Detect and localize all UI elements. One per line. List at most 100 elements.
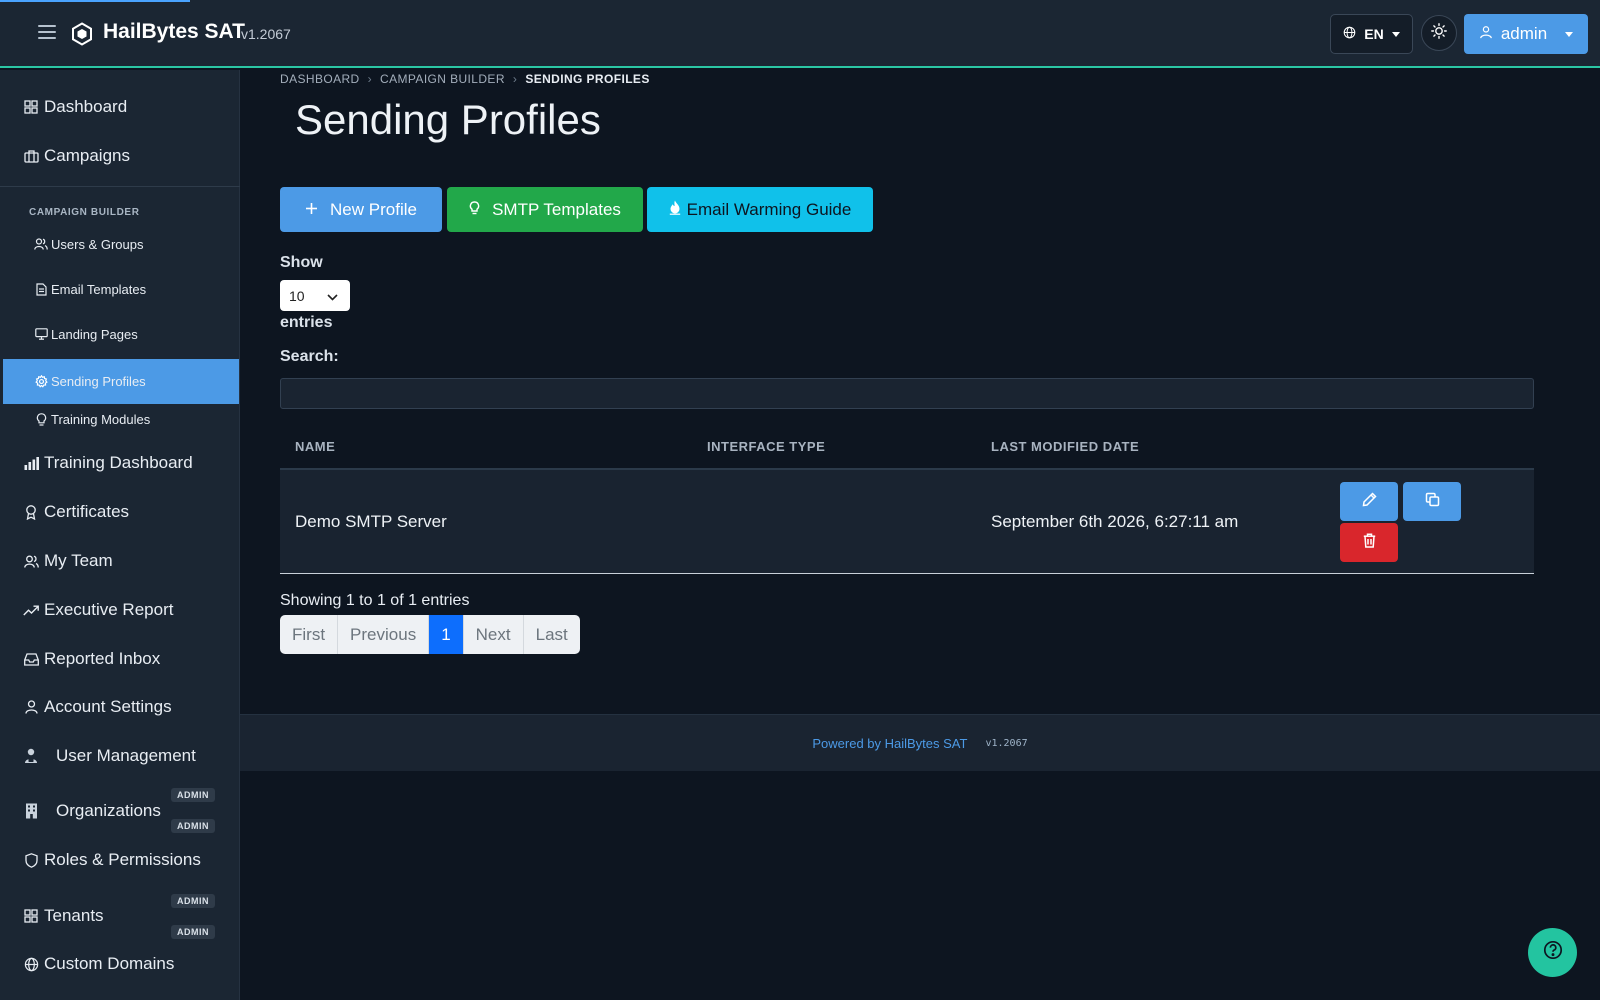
entries-per-page-select[interactable]: 10 <box>280 280 350 311</box>
column-header-last-modified[interactable]: LAST MODIFIED DATE <box>991 439 1139 454</box>
grid-icon <box>23 908 39 924</box>
loading-bar <box>0 0 190 2</box>
sidebar: Dashboard Campaigns CAMPAIGN BUILDER Use… <box>0 70 240 1000</box>
trend-up-icon <box>23 602 39 618</box>
grid-icon <box>23 99 39 115</box>
shield-icon <box>23 852 39 868</box>
user-menu-button[interactable]: admin <box>1464 14 1588 54</box>
document-icon <box>34 282 48 296</box>
email-warming-guide-button[interactable]: Email Warming Guide <box>647 187 873 232</box>
page-next-button[interactable]: Next <box>464 615 524 654</box>
page-previous-button[interactable]: Previous <box>338 615 430 654</box>
page-first-button[interactable]: First <box>280 615 339 654</box>
sidebar-item-label: Training Modules <box>51 411 151 427</box>
team-icon <box>23 553 39 569</box>
sidebar-divider <box>0 186 240 187</box>
page-title: Sending Profiles <box>295 96 601 143</box>
users-icon <box>34 237 48 251</box>
page-current-button[interactable]: 1 <box>429 615 464 654</box>
sidebar-item-label: Users & Groups <box>51 236 144 252</box>
sidebar-item-training-modules[interactable]: Training Modules <box>0 404 240 434</box>
entries-per-page-value: 10 <box>289 287 305 304</box>
bulb-icon <box>469 200 480 220</box>
page-last-button[interactable]: Last <box>524 615 580 654</box>
breadcrumb-dashboard[interactable]: DASHBOARD <box>280 72 360 86</box>
sidebar-item-label: Dashboard <box>44 97 128 116</box>
column-header-interface-type[interactable]: INTERFACE TYPE <box>707 439 825 454</box>
email-warming-guide-label: Email Warming Guide <box>686 199 852 219</box>
admin-badge: ADMIN <box>171 819 215 833</box>
sidebar-item-label: Training Dashboard <box>44 453 193 472</box>
powered-by-link[interactable]: Powered by HailBytes SAT <box>812 736 967 751</box>
sidebar-item-dashboard[interactable]: Dashboard <box>0 92 240 122</box>
sidebar-item-label: Sending Profiles <box>51 374 146 389</box>
sidebar-item-custom-domains[interactable]: Custom Domains <box>0 949 240 979</box>
copy-icon <box>1425 492 1440 512</box>
sidebar-item-label: Campaigns <box>44 146 130 165</box>
main-content: DASHBOARD › CAMPAIGN BUILDER › SENDING P… <box>240 70 1600 1000</box>
hexagon-logo-icon <box>70 22 94 46</box>
sidebar-item-sending-profiles[interactable]: Sending Profiles <box>3 359 239 404</box>
user-icon <box>23 699 39 715</box>
profile-last-modified: September 6th 2026, 6:27:11 am <box>991 512 1239 531</box>
sidebar-item-user-management[interactable]: User Management <box>0 741 240 771</box>
bar-chart-icon <box>23 455 39 471</box>
sidebar-item-email-templates[interactable]: Email Templates <box>0 274 240 304</box>
copy-button[interactable] <box>1403 482 1461 521</box>
search-input[interactable] <box>280 378 1534 409</box>
sidebar-item-label: Organizations <box>56 801 161 820</box>
breadcrumb-campaign-builder[interactable]: CAMPAIGN BUILDER <box>380 72 505 86</box>
sidebar-item-reported-inbox[interactable]: Reported Inbox <box>0 644 240 674</box>
smtp-templates-label: SMTP Templates <box>492 199 621 219</box>
sidebar-item-label: Landing Pages <box>51 326 138 342</box>
sidebar-item-label: Certificates <box>44 502 130 521</box>
sidebar-item-label: Reported Inbox <box>44 649 161 668</box>
sidebar-item-executive-report[interactable]: Executive Report <box>0 595 240 625</box>
sidebar-item-label: Executive Report <box>44 600 174 619</box>
sidebar-item-landing-pages[interactable]: Landing Pages <box>0 319 240 349</box>
sidebar-item-label: Custom Domains <box>44 954 175 973</box>
breadcrumb-separator-icon: › <box>367 72 373 86</box>
caret-down-icon <box>1391 31 1400 37</box>
sidebar-item-account-settings[interactable]: Account Settings <box>0 692 240 722</box>
help-button[interactable] <box>1528 928 1577 977</box>
search-label: Search: <box>280 348 339 365</box>
edit-button[interactable] <box>1340 482 1398 521</box>
breadcrumb-current: SENDING PROFILES <box>525 72 650 86</box>
caret-down-icon <box>1565 31 1574 37</box>
brand-name[interactable]: HailBytes SAT <box>103 20 245 44</box>
sidebar-item-label: Roles & Permissions <box>44 850 201 869</box>
breadcrumb-separator-icon: › <box>512 72 518 86</box>
profile-name: Demo SMTP Server <box>295 512 447 531</box>
user-name: admin <box>1500 24 1548 43</box>
delete-button[interactable] <box>1340 523 1398 562</box>
monitor-icon <box>34 327 48 341</box>
sidebar-item-campaigns[interactable]: Campaigns <box>0 141 240 171</box>
fire-icon <box>669 200 681 220</box>
sidebar-item-users-groups[interactable]: Users & Groups <box>0 229 240 259</box>
table-row: Demo SMTP Server September 6th 2026, 6:2… <box>280 470 1534 574</box>
footer-version: v1.2067 <box>985 737 1028 749</box>
sending-profiles-table: NAME INTERFACE TYPE LAST MODIFIED DATE D… <box>280 425 1534 574</box>
theme-toggle-button[interactable] <box>1421 15 1457 51</box>
sidebar-item-training-dashboard[interactable]: Training Dashboard <box>0 448 240 478</box>
language-selector[interactable]: EN <box>1330 14 1413 54</box>
trash-icon <box>1363 532 1376 553</box>
bulb-icon <box>34 412 48 426</box>
language-label: EN <box>1364 26 1384 42</box>
sidebar-item-roles-permissions[interactable]: Roles & Permissions <box>0 845 240 875</box>
smtp-templates-button[interactable]: SMTP Templates <box>447 187 643 232</box>
hamburger-menu-icon[interactable] <box>38 25 56 39</box>
column-header-name[interactable]: NAME <box>295 439 335 454</box>
sidebar-item-label: Account Settings <box>44 697 172 716</box>
new-profile-label: New Profile <box>330 199 417 219</box>
chevron-down-icon <box>327 288 338 304</box>
globe-icon <box>23 956 39 972</box>
new-profile-button[interactable]: New Profile <box>280 187 442 232</box>
sidebar-item-certificates[interactable]: Certificates <box>0 497 240 527</box>
building-icon <box>23 803 39 819</box>
table-header: NAME INTERFACE TYPE LAST MODIFIED DATE <box>280 425 1534 470</box>
pencil-icon <box>1362 491 1377 512</box>
sidebar-item-my-team[interactable]: My Team <box>0 546 240 576</box>
globe-icon <box>1343 26 1356 42</box>
